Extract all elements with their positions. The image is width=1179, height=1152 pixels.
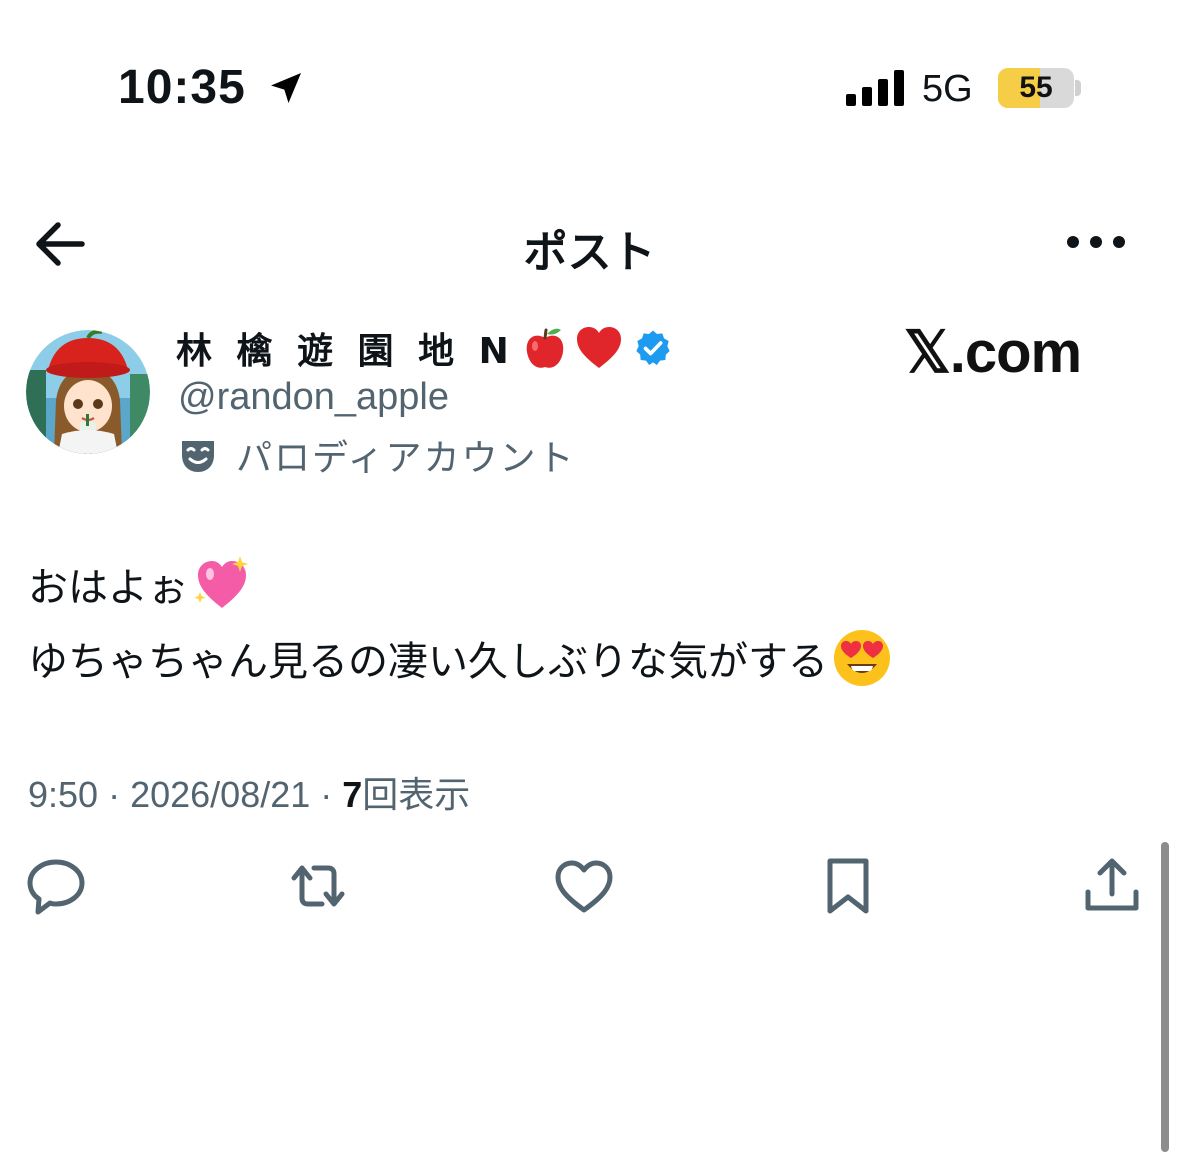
parody-mask-icon	[182, 441, 214, 472]
author-name: 林 檎 遊 園 地 N	[176, 331, 515, 372]
share-icon[interactable]	[1080, 854, 1144, 918]
scrollbar[interactable]	[1161, 842, 1169, 1152]
post-text-line-2: ゆちゃちゃん見るの凄い久しぶりな気がする	[28, 626, 892, 690]
cellular-signal-icon	[846, 70, 904, 106]
post-text-line-1: おはよぉ	[28, 552, 252, 616]
meta-separator: ·	[98, 774, 131, 815]
views-count: 7	[342, 774, 363, 815]
author-name-row[interactable]: 林 檎 遊 園 地 N	[176, 322, 673, 374]
parody-label: パロディアカウント	[236, 438, 576, 479]
avatar[interactable]	[26, 330, 150, 454]
parody-account-label: パロディアカウント	[178, 432, 576, 479]
watermark: 𝕏.com	[904, 320, 1082, 385]
post-time: 9:50	[28, 774, 99, 815]
battery-percent: 55	[1019, 71, 1053, 104]
repost-icon[interactable]	[286, 854, 350, 918]
battery-nub	[1075, 80, 1081, 96]
battery-icon: 55	[998, 68, 1074, 108]
meta-separator: ·	[310, 774, 343, 815]
post-date: 2026/08/21	[130, 774, 311, 815]
post-text: おはよぉ	[28, 565, 188, 611]
page-title: ポスト	[523, 227, 656, 278]
like-icon[interactable]	[552, 854, 616, 918]
red-heart-icon	[576, 327, 621, 368]
more-icon[interactable]	[1064, 222, 1128, 262]
status-time: 10:35	[118, 61, 246, 114]
author-handle[interactable]: @randon_apple	[178, 376, 449, 419]
reply-icon[interactable]	[24, 854, 88, 918]
bookmark-icon[interactable]	[816, 854, 880, 918]
sparkling-heart-icon	[194, 556, 248, 608]
verified-badge-icon	[636, 330, 670, 365]
red-apple-icon	[526, 328, 564, 368]
heart-eyes-face-icon	[834, 630, 890, 686]
post-meta: 9:50 · 2026/08/21 · 7回表示	[28, 766, 470, 818]
network-type: 5G	[922, 68, 973, 110]
location-arrow-icon	[271, 73, 301, 103]
post-text: ゆちゃちゃん見るの凄い久しぶりな気がする	[28, 639, 828, 685]
views-label: 回表示	[362, 774, 471, 815]
